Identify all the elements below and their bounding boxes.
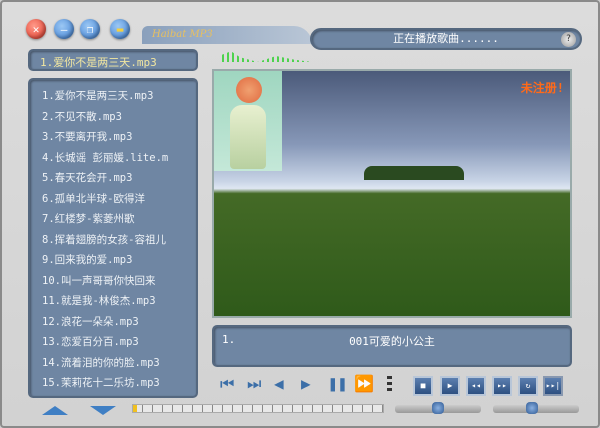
restore-icon: ❐ xyxy=(86,22,94,36)
playlist-item[interactable]: 8.挥着翅膀的女孩-容祖儿 xyxy=(42,230,196,251)
seek-bar[interactable] xyxy=(132,404,384,413)
playlist-item[interactable]: 9.回来我的爱.mp3 xyxy=(42,250,196,271)
first-track-button[interactable]: ⏮ xyxy=(220,375,234,393)
minimize-button[interactable]: – xyxy=(54,19,74,39)
playlist-item[interactable]: 5.春天花会开.mp3 xyxy=(42,168,196,189)
playlist[interactable]: 1.爱你不是两三天.mp3 2.不见不散.mp3 3.不要离开我.mp3 4.长城谣 … xyxy=(28,78,198,398)
unregistered-watermark: 未注册! xyxy=(520,81,564,95)
playlist-item[interactable]: 10.叫一声哥哥你快回来 xyxy=(42,271,196,292)
current-song: 1.爱你不是两三天.mp3 xyxy=(28,49,198,71)
playlist-item[interactable]: 13.恋爱百分百.mp3 xyxy=(42,332,196,353)
player-window: ✕ – ❐ ▬ Haibat MP3 正在播放歌曲...... ? 1.爱你不是… xyxy=(0,0,600,428)
minimize-icon: – xyxy=(60,22,68,36)
balance-knob[interactable] xyxy=(526,402,538,414)
album-art xyxy=(214,71,282,171)
status-text: 正在播放歌曲...... xyxy=(393,32,499,45)
status-bar: 正在播放歌曲...... ? xyxy=(310,28,582,50)
track-info-panel: 1. 001可爱的小公主 xyxy=(212,325,572,367)
play-small-button[interactable]: ▶ xyxy=(440,376,460,396)
help-button[interactable]: ? xyxy=(561,32,576,47)
spectrum-visualizer xyxy=(222,51,312,62)
playlist-item[interactable]: 6.孤单北半球-欧得洋 xyxy=(42,189,196,210)
app-logo: Haibat MP3 xyxy=(142,26,312,44)
playlist-item[interactable]: 7.红楼梦-紫菱州歌 xyxy=(42,209,196,230)
track-title: 001可爱的小公主 xyxy=(349,335,435,348)
drag-handle[interactable] xyxy=(387,376,392,394)
repeat-button[interactable]: ↻ xyxy=(518,376,538,396)
seek-position xyxy=(133,405,137,412)
close-button[interactable]: ✕ xyxy=(26,19,46,39)
playlist-item[interactable]: 1.爱你不是两三天.mp3 xyxy=(42,86,196,107)
previous-button[interactable]: ◀ xyxy=(274,375,284,393)
playlist-item[interactable]: 15.茉莉花十二乐坊.mp3 xyxy=(42,373,196,394)
rewind-button[interactable]: ◂◂ xyxy=(466,376,486,396)
folder-icon: ▬ xyxy=(116,22,124,36)
playlist-item[interactable]: 11.就是我-林俊杰.mp3 xyxy=(42,291,196,312)
last-track-button[interactable]: ⏭ xyxy=(247,375,261,393)
playlist-item[interactable]: 12.浪花一朵朵.mp3 xyxy=(42,312,196,333)
scroll-up-button[interactable] xyxy=(42,406,68,415)
play-button[interactable]: ▶ xyxy=(301,375,311,393)
fast-forward-button[interactable]: ⏩ xyxy=(354,375,374,393)
pause-button[interactable]: ❚❚ xyxy=(328,375,347,393)
stop-button[interactable]: ■ xyxy=(413,376,433,396)
playlist-item[interactable]: 2.不见不散.mp3 xyxy=(42,107,196,128)
playlist-item[interactable]: 14.流着泪的你的脸.mp3 xyxy=(42,353,196,374)
next-mode-button[interactable]: ▸▸| xyxy=(543,376,563,396)
open-folder-button[interactable]: ▬ xyxy=(110,19,130,39)
playlist-item[interactable]: 4.长城谣 彭丽媛.lite.m xyxy=(42,148,196,169)
scenery-trees xyxy=(364,166,464,180)
forward-button[interactable]: ▸▸ xyxy=(492,376,512,396)
volume-knob[interactable] xyxy=(432,402,444,414)
restore-button[interactable]: ❐ xyxy=(80,19,100,39)
scroll-down-button[interactable] xyxy=(90,406,116,415)
close-icon: ✕ xyxy=(32,22,40,36)
video-display: 未注册! xyxy=(212,69,572,318)
playlist-item[interactable]: 3.不要离开我.mp3 xyxy=(42,127,196,148)
